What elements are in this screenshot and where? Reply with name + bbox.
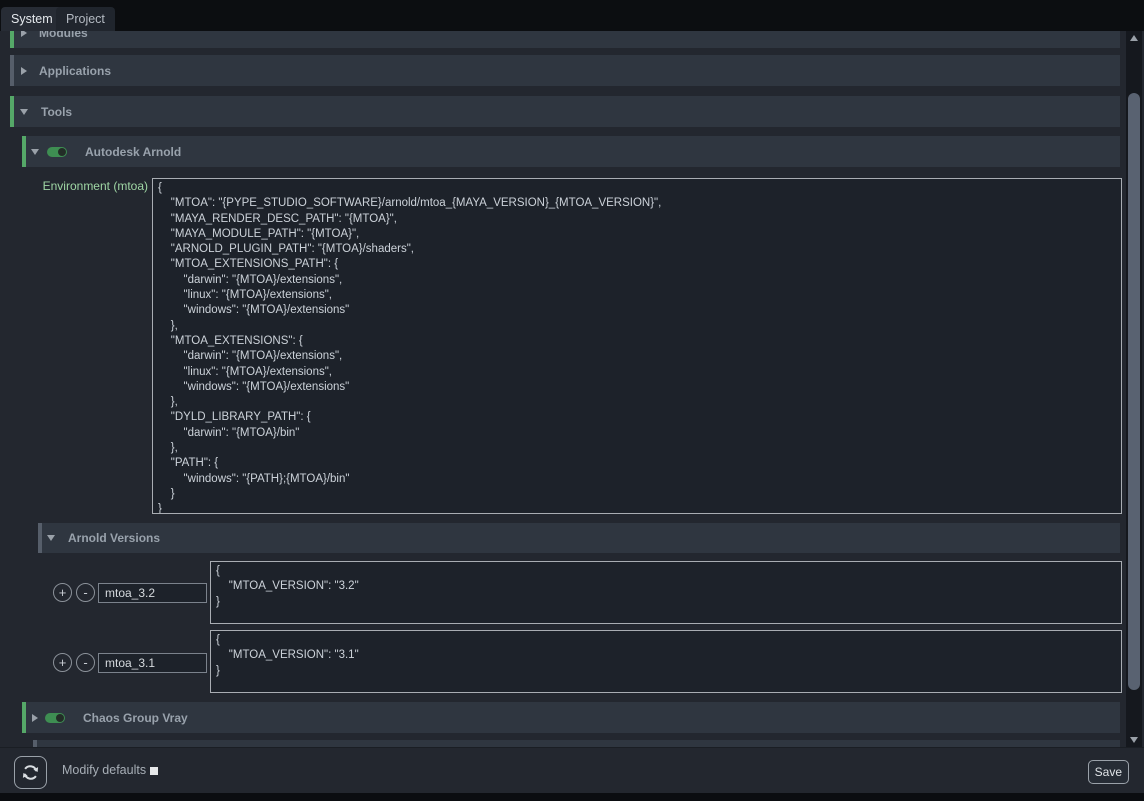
chevron-right-icon — [21, 31, 27, 37]
settings-scroll-area: Modules Applications Tools Autodesk Arno… — [0, 31, 1144, 747]
toggle-knob — [56, 714, 64, 722]
section-header-tools[interactable]: Tools — [10, 96, 1120, 127]
section-header-clipped[interactable] — [33, 740, 1120, 747]
toggle-knob — [58, 148, 66, 156]
vertical-scrollbar[interactable] — [1126, 31, 1142, 747]
scroll-up-icon[interactable] — [1130, 35, 1138, 41]
version-name-input[interactable] — [98, 653, 207, 673]
add-version-button[interactable]: + — [53, 583, 72, 602]
section-header-applications[interactable]: Applications — [10, 55, 1120, 86]
tab-bar: System Project — [0, 0, 1144, 31]
environment-mtoa-label: Environment (mtoa) — [20, 179, 148, 193]
section-label-autodesk-arnold: Autodesk Arnold — [85, 145, 181, 159]
chevron-right-icon — [32, 714, 38, 722]
chevron-right-icon — [21, 67, 27, 75]
section-label-chaos-group-vray: Chaos Group Vray — [83, 711, 188, 725]
section-header-chaos-group-vray[interactable]: Chaos Group Vray — [22, 702, 1120, 733]
refresh-button[interactable] — [14, 756, 47, 789]
modify-defaults-label: Modify defaults — [62, 763, 146, 777]
version-name-input[interactable] — [98, 583, 207, 603]
footer-bar: Modify defaults Save — [0, 747, 1144, 793]
remove-version-button[interactable]: - — [76, 653, 95, 672]
version-value-textarea[interactable]: { "MTOA_VERSION": "3.1" } — [210, 630, 1122, 693]
add-version-button[interactable]: + — [53, 653, 72, 672]
scroll-down-icon[interactable] — [1130, 737, 1138, 743]
chevron-down-icon — [31, 149, 39, 155]
save-button[interactable]: Save — [1088, 760, 1129, 784]
section-label-arnold-versions: Arnold Versions — [68, 531, 160, 545]
arnold-enabled-toggle[interactable] — [47, 147, 67, 157]
section-header-modules[interactable]: Modules — [10, 31, 1120, 48]
version-value-textarea[interactable]: { "MTOA_VERSION": "3.2" } — [210, 561, 1122, 624]
modify-defaults-checkbox[interactable] — [150, 767, 158, 775]
section-header-arnold-versions[interactable]: Arnold Versions — [38, 523, 1120, 553]
refresh-icon — [21, 763, 40, 782]
settings-window: System Project Modules Applications Tool… — [0, 0, 1144, 801]
section-label-applications: Applications — [39, 64, 111, 78]
remove-version-button[interactable]: - — [76, 583, 95, 602]
section-label-tools: Tools — [41, 105, 72, 119]
chevron-down-icon — [47, 535, 55, 541]
scrollbar-thumb[interactable] — [1128, 93, 1140, 690]
chevron-down-icon — [20, 109, 28, 115]
tab-system[interactable]: System — [1, 7, 63, 31]
environment-mtoa-textarea[interactable]: { "MTOA": "{PYPE_STUDIO_SOFTWARE}/arnold… — [152, 178, 1122, 514]
vray-enabled-toggle[interactable] — [45, 713, 65, 723]
tab-project[interactable]: Project — [56, 7, 115, 31]
window-bottom-edge — [0, 793, 1144, 801]
section-header-autodesk-arnold[interactable]: Autodesk Arnold — [22, 136, 1120, 167]
section-label-modules: Modules — [39, 31, 88, 40]
